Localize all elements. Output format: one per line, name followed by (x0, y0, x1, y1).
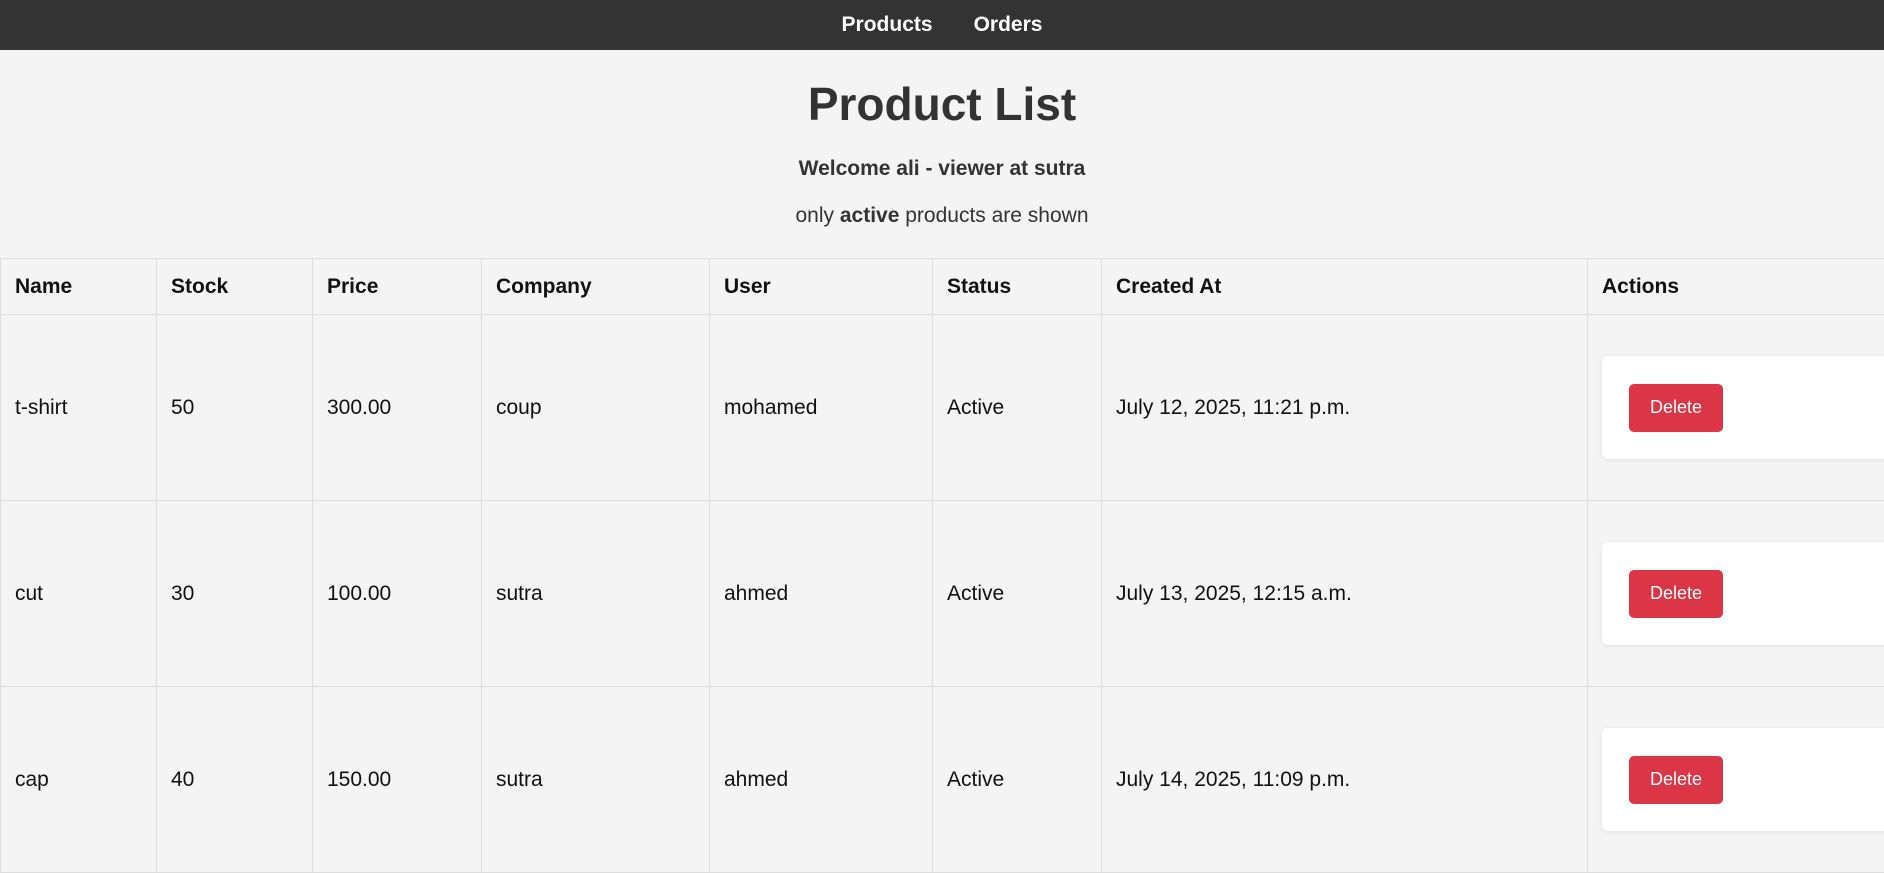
cell-price: 300.00 (313, 315, 482, 501)
delete-button[interactable]: Delete (1629, 384, 1723, 432)
table-body: t-shirt 50 300.00 coup mohamed Active Ju… (1, 315, 1884, 873)
delete-form: Delete (1602, 356, 1884, 459)
cell-actions: Delete (1588, 687, 1884, 873)
column-header-stock: Stock (157, 259, 313, 315)
column-header-price: Price (313, 259, 482, 315)
cell-user: mohamed (710, 315, 933, 501)
column-header-company: Company (482, 259, 710, 315)
page-title: Product List (0, 77, 1884, 131)
welcome-message: Welcome ali - viewer at sutra (0, 157, 1884, 181)
cell-status: Active (933, 501, 1102, 687)
table-row: cut 30 100.00 sutra ahmed Active July 13… (1, 501, 1884, 687)
nav-link-products[interactable]: Products (842, 13, 933, 37)
cell-user: ahmed (710, 687, 933, 873)
header-row: Name Stock Price Company User Status Cre… (1, 259, 1884, 315)
column-header-actions: Actions (1588, 259, 1884, 315)
notice-suffix: products are shown (905, 204, 1088, 227)
cell-stock: 40 (157, 687, 313, 873)
cell-stock: 50 (157, 315, 313, 501)
table-header: Name Stock Price Company User Status Cre… (1, 259, 1884, 315)
notice-bold-word: active (840, 204, 900, 227)
delete-form: Delete (1602, 728, 1884, 831)
delete-form: Delete (1602, 542, 1884, 645)
cell-name: cut (1, 501, 157, 687)
column-header-name: Name (1, 259, 157, 315)
column-header-user: User (710, 259, 933, 315)
cell-price: 150.00 (313, 687, 482, 873)
cell-price: 100.00 (313, 501, 482, 687)
table-row: cap 40 150.00 sutra ahmed Active July 14… (1, 687, 1884, 873)
cell-status: Active (933, 315, 1102, 501)
top-navbar: Products Orders (0, 0, 1884, 50)
cell-status: Active (933, 687, 1102, 873)
cell-name: t-shirt (1, 315, 157, 501)
cell-company: coup (482, 315, 710, 501)
nav-link-orders[interactable]: Orders (974, 13, 1043, 37)
delete-button[interactable]: Delete (1629, 756, 1723, 804)
cell-user: ahmed (710, 501, 933, 687)
cell-name: cap (1, 687, 157, 873)
column-header-status: Status (933, 259, 1102, 315)
active-filter-notice: only active products are shown (0, 204, 1884, 228)
cell-stock: 30 (157, 501, 313, 687)
cell-actions: Delete (1588, 315, 1884, 501)
column-header-created-at: Created At (1102, 259, 1588, 315)
table-row: t-shirt 50 300.00 coup mohamed Active Ju… (1, 315, 1884, 501)
cell-created-at: July 12, 2025, 11:21 p.m. (1102, 315, 1588, 501)
cell-created-at: July 13, 2025, 12:15 a.m. (1102, 501, 1588, 687)
cell-company: sutra (482, 501, 710, 687)
cell-company: sutra (482, 687, 710, 873)
cell-created-at: July 14, 2025, 11:09 p.m. (1102, 687, 1588, 873)
cell-actions: Delete (1588, 501, 1884, 687)
product-table: Name Stock Price Company User Status Cre… (0, 258, 1884, 873)
notice-prefix: only (795, 204, 834, 227)
delete-button[interactable]: Delete (1629, 570, 1723, 618)
